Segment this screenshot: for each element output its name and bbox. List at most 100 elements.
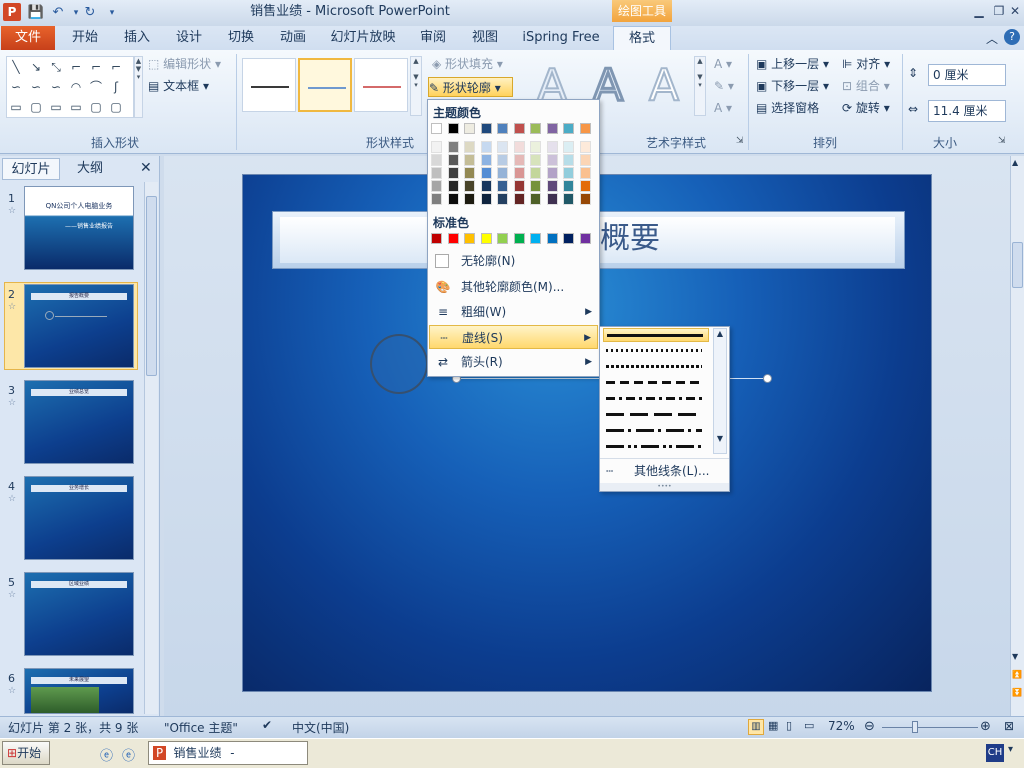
rounded-rectangle-icon[interactable]: ▢ bbox=[27, 99, 45, 115]
theme-shade-swatch[interactable] bbox=[464, 167, 475, 179]
slide-thumbnail-4[interactable]: 业务增长 bbox=[24, 476, 134, 560]
shape-style-swatch-3[interactable] bbox=[354, 58, 408, 112]
theme-shade-swatch[interactable] bbox=[464, 193, 475, 205]
slide-sorter-icon[interactable]: ▦ bbox=[768, 719, 778, 732]
dash-round-dot[interactable] bbox=[603, 344, 709, 358]
tab-transitions[interactable]: 切换 bbox=[220, 26, 262, 50]
menu-more-outline-colors[interactable]: 🎨 其他轮廓颜色(M)... bbox=[429, 275, 598, 299]
theme-shade-swatch[interactable] bbox=[513, 167, 525, 179]
menu-weight[interactable]: ≡ 粗细(W) ▶ bbox=[429, 300, 598, 324]
spellcheck-icon[interactable]: ✔ bbox=[262, 718, 272, 732]
standard-color-swatch[interactable] bbox=[530, 233, 541, 244]
theme-shade-swatch[interactable] bbox=[530, 180, 541, 192]
curved-arrow-icon[interactable]: ∽ bbox=[27, 79, 45, 95]
snip-rectangle-icon[interactable]: ▭ bbox=[47, 99, 65, 115]
theme-shade-swatch[interactable] bbox=[497, 167, 508, 179]
menu-more-lines[interactable]: ┄ 其他线条(L)... bbox=[600, 458, 729, 482]
theme-shade-swatch[interactable] bbox=[579, 167, 591, 179]
theme-shade-swatch[interactable] bbox=[447, 154, 459, 166]
text-box-button[interactable]: ▤ 文本框 ▾ bbox=[148, 76, 209, 96]
zoom-slider-thumb[interactable] bbox=[912, 721, 918, 733]
theme-shade-swatch[interactable] bbox=[497, 180, 508, 192]
theme-shade-swatch[interactable] bbox=[579, 141, 591, 153]
scroll-up-icon[interactable]: ▲ bbox=[1012, 158, 1018, 167]
tab-animations[interactable]: 动画 bbox=[272, 26, 314, 50]
tab-outline[interactable]: 大纲 bbox=[62, 158, 118, 180]
tab-review[interactable]: 审阅 bbox=[412, 26, 454, 50]
zoom-out-icon[interactable]: ⊖ bbox=[864, 719, 875, 734]
theme-shade-swatch[interactable] bbox=[530, 141, 541, 153]
reading-view-icon[interactable]: ▯ bbox=[786, 719, 792, 732]
circle-shape[interactable] bbox=[370, 334, 428, 394]
theme-color-swatch[interactable] bbox=[563, 123, 574, 134]
align-button[interactable]: ⊫ 对齐 ▾ bbox=[842, 54, 890, 74]
theme-shade-swatch[interactable] bbox=[579, 180, 591, 192]
tab-file[interactable]: 文件 bbox=[1, 26, 55, 50]
shapes-gallery[interactable]: ╲ ↘ ⤡ ⌐ ⌐ ⌐ ∽ ∽ ∽ ◠ ⌒ ʃ ▭ ▢ ▭ ▭ ▢ ▢ bbox=[6, 56, 134, 118]
standard-color-swatch[interactable] bbox=[563, 233, 574, 244]
theme-color-swatch[interactable] bbox=[579, 123, 591, 134]
theme-shade-swatch[interactable] bbox=[563, 167, 574, 179]
bring-forward-button[interactable]: ▣ 上移一层 ▾ bbox=[756, 54, 829, 74]
group-button[interactable]: ⊡ 组合 ▾ bbox=[842, 76, 890, 96]
elbow-connector-icon[interactable]: ⌐ bbox=[67, 59, 85, 75]
elbow-arrow-icon[interactable]: ⌐ bbox=[87, 59, 105, 75]
zoom-slider-track[interactable] bbox=[882, 727, 978, 728]
dash-dash[interactable] bbox=[603, 376, 709, 390]
shapes-gallery-scroll[interactable]: ▲ ▼ ▾ bbox=[134, 56, 143, 118]
double-arrow-icon[interactable]: ⤡ bbox=[47, 59, 65, 75]
dash-list-scrollbar[interactable]: ▲ ▼ bbox=[713, 328, 727, 454]
fit-to-window-icon[interactable]: ⊠ bbox=[1004, 719, 1014, 733]
text-outline-icon[interactable]: ✎ ▾ bbox=[714, 76, 734, 96]
send-backward-button[interactable]: ▣ 下移一层 ▾ bbox=[756, 76, 829, 96]
start-button[interactable]: ⊞开始 bbox=[2, 741, 50, 765]
tab-slideshow[interactable]: 幻灯片放映 bbox=[328, 26, 398, 50]
theme-shade-swatch[interactable] bbox=[546, 180, 558, 192]
shape-outline-button[interactable]: ✎ 形状轮廓 ▾ bbox=[428, 77, 513, 97]
standard-color-swatch[interactable] bbox=[464, 233, 475, 244]
standard-color-swatch[interactable] bbox=[497, 233, 508, 244]
help-icon[interactable]: ? bbox=[1004, 29, 1020, 45]
next-slide-icon[interactable]: ⏬ bbox=[1012, 688, 1022, 697]
theme-shade-swatch[interactable] bbox=[563, 141, 574, 153]
shape-fill-button[interactable]: ◈ 形状填充 ▾ bbox=[432, 54, 503, 74]
theme-shade-swatch[interactable] bbox=[513, 180, 525, 192]
theme-color-swatch[interactable] bbox=[530, 123, 541, 134]
minimize-icon[interactable]: ▁ bbox=[968, 2, 990, 20]
theme-color-swatch[interactable] bbox=[464, 123, 475, 134]
dash-square-dot[interactable] bbox=[603, 360, 709, 374]
theme-shade-swatch[interactable] bbox=[530, 193, 541, 205]
line-shape-icon[interactable]: ╲ bbox=[7, 59, 25, 75]
ie-quicklaunch-icon[interactable]: ⓔ bbox=[122, 745, 135, 764]
theme-shade-swatch[interactable] bbox=[546, 167, 558, 179]
theme-color-swatch[interactable] bbox=[546, 123, 558, 134]
standard-color-swatch[interactable] bbox=[431, 233, 442, 244]
rotate-button[interactable]: ⟳ 旋转 ▾ bbox=[842, 98, 890, 118]
round-snip-icon[interactable]: ▢ bbox=[107, 99, 125, 115]
slide-thumbnail-6[interactable]: 未来展望 bbox=[24, 668, 134, 714]
height-input[interactable]: 0 厘米 bbox=[928, 64, 1006, 86]
shape-styles-scroll[interactable]: ▲ ▼ ▾ bbox=[410, 56, 422, 116]
slide-thumbnail-1[interactable]: QN公司个人电脑业务 ——销售业绩报告 bbox=[24, 186, 134, 270]
theme-shade-swatch[interactable] bbox=[579, 193, 591, 205]
dash-long-dash[interactable] bbox=[603, 408, 709, 422]
scribble-icon[interactable]: ʃ bbox=[107, 79, 125, 95]
theme-shade-swatch[interactable] bbox=[480, 141, 492, 153]
theme-shade-swatch[interactable] bbox=[431, 167, 442, 179]
scroll-up-icon[interactable]: ▲ bbox=[714, 329, 726, 338]
menu-dashes[interactable]: ┄ 虚线(S) ▶ bbox=[429, 325, 598, 349]
theme-shade-swatch[interactable] bbox=[480, 167, 492, 179]
theme-shade-swatch[interactable] bbox=[563, 193, 574, 205]
theme-shade-swatch[interactable] bbox=[513, 141, 525, 153]
theme-shade-swatch[interactable] bbox=[431, 193, 442, 205]
theme-shade-swatch[interactable] bbox=[447, 167, 459, 179]
theme-shade-swatch[interactable] bbox=[447, 141, 459, 153]
scroll-down-icon[interactable]: ▼ bbox=[714, 434, 726, 443]
wordart-style-3[interactable]: A bbox=[640, 61, 688, 111]
theme-shade-swatch[interactable] bbox=[431, 180, 442, 192]
slide-thumbnail-2[interactable]: 报告概要 bbox=[24, 284, 134, 368]
theme-shade-swatch[interactable] bbox=[447, 193, 459, 205]
theme-shade-swatch[interactable] bbox=[497, 154, 508, 166]
line-end-handle[interactable] bbox=[763, 374, 772, 383]
taskbar-options-icon[interactable]: ▾ bbox=[1008, 744, 1013, 755]
